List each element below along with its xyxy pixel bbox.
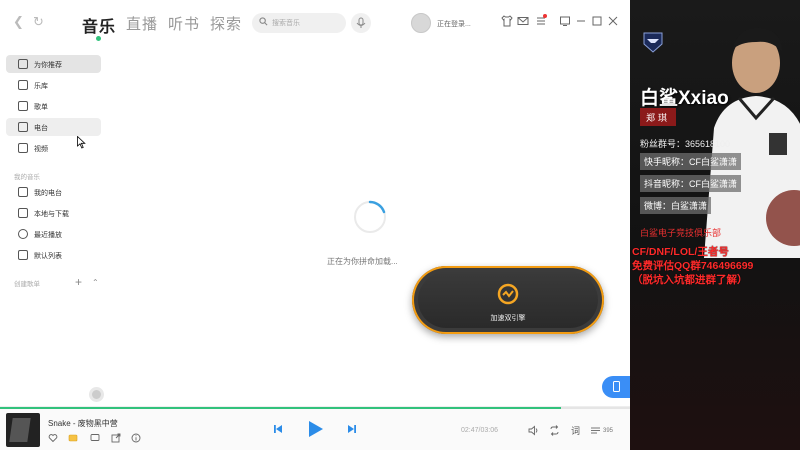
player-bar: Snake - 废物黑中营 02:47/03:06 词 395 xyxy=(0,406,630,450)
search-placeholder: 搜索音乐 xyxy=(272,20,300,27)
lyrics-button[interactable]: 词 xyxy=(571,424,580,437)
accelerator-button[interactable]: 加速双引擎 xyxy=(412,266,604,334)
skin-shirt-icon[interactable] xyxy=(500,14,514,28)
sidebar-item-default-list[interactable]: 默认列表 xyxy=(6,246,101,264)
song-title[interactable]: Snake - 废物黑中营 xyxy=(48,418,118,429)
music-app-window: ❮ ↻ 音乐 直播 听书 探索 搜索音乐 正在登录... 为你推荐 乐库 歌单 … xyxy=(0,0,630,450)
mobile-sync-button[interactable] xyxy=(602,376,630,398)
created-playlists-heading: 创建歌单 xyxy=(14,281,40,288)
chevron-up-icon[interactable]: ⌃ xyxy=(92,278,99,287)
refresh-icon[interactable]: ↻ xyxy=(33,14,44,30)
my-music-heading: 我的音乐 xyxy=(14,174,40,181)
sidebar-item-label: 电台 xyxy=(34,125,48,132)
playback-time: 02:47/03:06 xyxy=(461,427,498,434)
douyin-name: 抖音昵称：CF白鲨潇潇 xyxy=(640,175,741,192)
notification-badge xyxy=(543,14,547,18)
login-status[interactable]: 正在登录... xyxy=(437,19,471,29)
download-icon xyxy=(18,208,28,218)
sidebar-item-label: 默认列表 xyxy=(34,253,62,260)
album-art-figure xyxy=(9,418,31,442)
club-name: 白鲨电子竞技俱乐部 xyxy=(640,228,722,238)
team-logo-icon xyxy=(643,32,663,53)
vip-quality-icon[interactable] xyxy=(68,433,78,443)
loading-text: 正在为你拼命加载... xyxy=(327,257,398,266)
radio-icon xyxy=(18,122,28,132)
tab-explore[interactable]: 探索 xyxy=(210,13,242,34)
mail-icon[interactable] xyxy=(516,14,530,28)
sidebar-item-radio[interactable]: 电台 xyxy=(6,118,101,136)
accelerator-label: 加速双引擎 xyxy=(490,315,526,322)
sidebar-item-label: 最近播放 xyxy=(34,232,62,239)
tab-audiobooks[interactable]: 听书 xyxy=(168,13,200,34)
top-bar: ❮ ↻ 音乐 直播 听书 探索 搜索音乐 正在登录... xyxy=(0,0,630,46)
close-icon[interactable] xyxy=(606,14,620,28)
sidebar-item-label: 为你推荐 xyxy=(34,62,62,69)
recommend-icon xyxy=(18,59,28,69)
comment-icon[interactable] xyxy=(90,433,100,443)
my-radio-icon xyxy=(18,187,28,197)
album-art[interactable] xyxy=(6,413,40,447)
voice-search-button[interactable] xyxy=(351,13,371,33)
sidebar-item-video[interactable]: 视频 xyxy=(6,139,101,157)
accelerator-logo-icon xyxy=(497,283,519,305)
clock-icon xyxy=(18,229,28,239)
sidebar: 为你推荐 乐库 歌单 电台 视频 我的音乐 我的电台 本地与下载 最近播放 默认… xyxy=(0,46,108,406)
sidebar-item-label: 我的电台 xyxy=(34,190,62,197)
sidebar-item-label: 乐库 xyxy=(34,83,48,90)
mouse-cursor-icon xyxy=(77,136,86,149)
streamer-name: 白鲨Xxiao xyxy=(640,88,729,109)
playlist-count: 395 xyxy=(603,428,614,434)
sidebar-item-my-radio[interactable]: 我的电台 xyxy=(6,183,101,201)
weibo-name: 微博：白鲨潇潇 xyxy=(640,197,712,214)
active-tab-indicator xyxy=(96,36,101,41)
sidebar-item-library[interactable]: 乐库 xyxy=(6,76,101,94)
loading-spinner-icon xyxy=(354,200,386,233)
sidebar-item-recommended[interactable]: 为你推荐 xyxy=(6,55,101,73)
phone-icon xyxy=(613,381,620,392)
library-icon xyxy=(18,80,28,90)
info-icon[interactable] xyxy=(131,433,141,443)
kuaishou-name: 快手昵称：CF白鲨潇潇 xyxy=(640,153,741,170)
previous-track-icon[interactable] xyxy=(272,423,284,435)
minimize-icon[interactable] xyxy=(574,14,588,28)
add-playlist-icon[interactable]: + xyxy=(75,275,82,289)
volume-icon[interactable] xyxy=(528,425,539,436)
maximize-icon[interactable] xyxy=(590,14,604,28)
tab-music[interactable]: 音乐 xyxy=(82,13,116,37)
search-input[interactable]: 搜索音乐 xyxy=(252,13,346,33)
tab-live[interactable]: 直播 xyxy=(126,13,158,34)
mini-mode-icon[interactable] xyxy=(558,14,572,28)
play-icon[interactable] xyxy=(307,419,325,439)
floating-settings-button[interactable] xyxy=(89,387,104,402)
stream-overlay-panel: 白鲨Xxiao 郑琪 粉丝群号：365618100 快手昵称：CF白鲨潇潇 抖音… xyxy=(630,0,800,450)
promo-line-1: CF/DNF/LOL/王者号 xyxy=(632,246,729,258)
repeat-icon[interactable] xyxy=(549,425,560,436)
sidebar-item-label: 歌单 xyxy=(34,104,48,111)
next-track-icon[interactable] xyxy=(346,423,358,435)
fan-group-number: 粉丝群号：365618100 xyxy=(640,139,731,149)
sidebar-item-recent[interactable]: 最近播放 xyxy=(6,225,101,243)
list-icon xyxy=(18,250,28,260)
playlist-icon xyxy=(18,101,28,111)
heart-icon[interactable] xyxy=(48,433,58,443)
user-avatar[interactable] xyxy=(411,13,431,33)
microphone-icon xyxy=(356,17,366,28)
real-name-badge: 郑琪 xyxy=(640,108,677,126)
progress-track[interactable] xyxy=(0,407,630,409)
video-icon xyxy=(18,143,28,153)
sidebar-item-playlists[interactable]: 歌单 xyxy=(6,97,101,115)
back-arrow-icon[interactable]: ❮ xyxy=(13,14,24,30)
search-icon xyxy=(259,17,268,26)
playlist-queue-icon[interactable] xyxy=(590,425,601,436)
progress-fill xyxy=(0,407,561,409)
promo-line-2: 免费评估QQ群746496699 xyxy=(632,260,754,272)
promo-line-3: （脱坑入坑都进群了解） xyxy=(632,274,748,286)
sidebar-item-label: 视频 xyxy=(34,146,48,153)
sidebar-item-local-downloads[interactable]: 本地与下载 xyxy=(6,204,101,222)
share-icon[interactable] xyxy=(111,433,121,443)
sidebar-item-label: 本地与下载 xyxy=(34,211,69,218)
